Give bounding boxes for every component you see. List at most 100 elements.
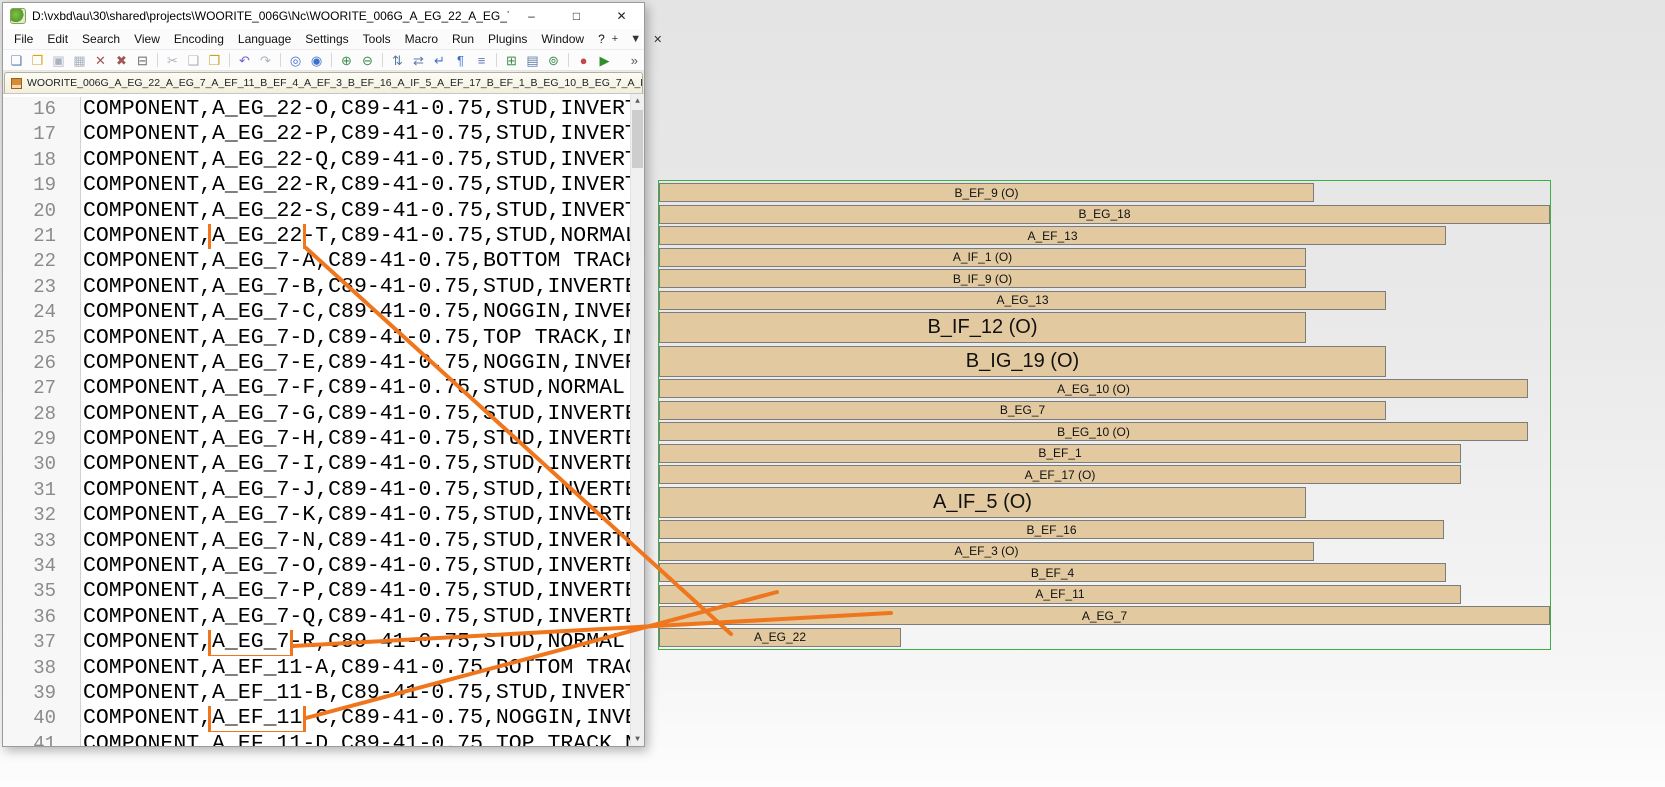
- menu-view[interactable]: View: [127, 31, 167, 47]
- menu-window[interactable]: Window: [534, 31, 591, 47]
- menu-plugins[interactable]: Plugins: [481, 31, 534, 47]
- code-line-36[interactable]: 36COMPONENT,A_EG_7-Q,C89-41-0.75,STUD,IN…: [3, 605, 630, 630]
- menu-plus-icon[interactable]: +: [612, 33, 618, 46]
- play-macro-icon[interactable]: ▶: [595, 51, 614, 70]
- document-map-icon[interactable]: ▤: [523, 51, 542, 70]
- replace-icon[interactable]: ◉: [307, 51, 326, 70]
- part-bar-label: A_EF_11: [1035, 587, 1084, 601]
- code-line-40[interactable]: 40COMPONENT,A_EF_11-C,C89-41-0.75,NOGGIN…: [3, 706, 630, 731]
- maximize-button[interactable]: □: [554, 3, 599, 29]
- zoom-in-icon[interactable]: ⊕: [337, 51, 356, 70]
- code-line-16[interactable]: 16COMPONENT,A_EG_22-O,C89-41-0.75,STUD,I…: [3, 97, 630, 122]
- menu-close-icon[interactable]: ✕: [653, 33, 662, 46]
- code-line-26[interactable]: 26COMPONENT,A_EG_7-E,C89-41-0.75,NOGGIN,…: [3, 351, 630, 376]
- function-list-icon[interactable]: ⊞: [502, 51, 521, 70]
- sync-vertical-icon[interactable]: ⇅: [388, 51, 407, 70]
- code-line-35[interactable]: 35COMPONENT,A_EG_7-P,C89-41-0.75,STUD,IN…: [3, 579, 630, 604]
- menu-encoding[interactable]: Encoding: [167, 31, 231, 47]
- scroll-up-icon[interactable]: ▲: [631, 94, 644, 108]
- record-macro-icon[interactable]: ●: [574, 51, 593, 70]
- find-icon[interactable]: ◎: [286, 51, 305, 70]
- line-number: 19: [3, 173, 81, 198]
- menu-run[interactable]: Run: [445, 31, 481, 47]
- save-icon[interactable]: ▣: [49, 51, 68, 70]
- line-text-pre: COMPONENT,: [83, 706, 212, 730]
- close-button[interactable]: ✕: [599, 3, 644, 29]
- toolbar: ❏❐▣▦✕✖⊟ ✂❑❒ ↶↷ ◎◉ ⊕⊖ ⇅⇄↵¶≡ ⊞▤⊚ ●▶ »: [3, 49, 644, 71]
- menu-language[interactable]: Language: [231, 31, 298, 47]
- menu-file[interactable]: File: [7, 31, 40, 47]
- code-line-30[interactable]: 30COMPONENT,A_EG_7-I,C89-41-0.75,STUD,IN…: [3, 452, 630, 477]
- part-bar-a-ef-13: A_EF_13: [659, 226, 1446, 245]
- monitoring-icon[interactable]: ⊚: [544, 51, 563, 70]
- code-line-38[interactable]: 38COMPONENT,A_EF_11-A,C89-41-0.75,BOTTOM…: [3, 656, 630, 681]
- code-line-25[interactable]: 25COMPONENT,A_EG_7-D,C89-41-0.75,TOP TRA…: [3, 326, 630, 351]
- new-file-icon[interactable]: ❏: [7, 51, 26, 70]
- window-controls: – □ ✕: [509, 3, 644, 29]
- code-line-24[interactable]: 24COMPONENT,A_EG_7-C,C89-41-0.75,NOGGIN,…: [3, 300, 630, 325]
- menu-help[interactable]: ?: [591, 31, 612, 47]
- file-save-state-icon: [11, 78, 22, 89]
- menu-settings[interactable]: Settings: [298, 31, 355, 47]
- menu-search[interactable]: Search: [75, 31, 127, 47]
- redo-icon[interactable]: ↷: [256, 51, 275, 70]
- line-text: COMPONENT,A_EG_7-K,C89-41-0.75,STUD,INVE…: [81, 503, 630, 528]
- code-line-34[interactable]: 34COMPONENT,A_EG_7-O,C89-41-0.75,STUD,IN…: [3, 554, 630, 579]
- code-line-19[interactable]: 19COMPONENT,A_EG_22-R,C89-41-0.75,STUD,I…: [3, 173, 630, 198]
- line-text: COMPONENT,A_EG_7-E,C89-41-0.75,NOGGIN,IN…: [81, 351, 630, 376]
- code-area[interactable]: 16COMPONENT,A_EG_22-O,C89-41-0.75,STUD,I…: [3, 94, 630, 746]
- indent-guide-icon[interactable]: ≡: [472, 51, 491, 70]
- sync-horizontal-icon[interactable]: ⇄: [409, 51, 428, 70]
- menu-items: FileEditSearchViewEncodingLanguageSettin…: [7, 31, 612, 47]
- code-line-39[interactable]: 39COMPONENT,A_EF_11-B,C89-41-0.75,STUD,I…: [3, 681, 630, 706]
- line-text: COMPONENT,A_EG_22-T,C89-41-0.75,STUD,NOR…: [81, 224, 630, 249]
- tab-woorite-file[interactable]: WOORITE_006G_A_EG_22_A_EG_7_A_EF_11_B_EF…: [4, 72, 643, 93]
- zoom-out-icon[interactable]: ⊖: [358, 51, 377, 70]
- line-number: 20: [3, 199, 81, 224]
- print-icon[interactable]: ⊟: [133, 51, 152, 70]
- code-line-22[interactable]: 22COMPONENT,A_EG_7-A,C89-41-0.75,BOTTOM …: [3, 249, 630, 274]
- line-text: COMPONENT,A_EG_7-B,C89-41-0.75,STUD,INVE…: [81, 275, 630, 300]
- part-bar-b-eg-10-o: B_EG_10 (O): [659, 422, 1528, 441]
- code-line-23[interactable]: 23COMPONENT,A_EG_7-B,C89-41-0.75,STUD,IN…: [3, 275, 630, 300]
- code-line-27[interactable]: 27COMPONENT,A_EG_7-F,C89-41-0.75,STUD,NO…: [3, 376, 630, 401]
- undo-icon[interactable]: ↶: [235, 51, 254, 70]
- toolbar-overflow-chevron-icon[interactable]: »: [631, 53, 644, 68]
- menu-dropdown-icon[interactable]: ▼: [630, 33, 641, 46]
- code-line-41[interactable]: 41COMPONENT,A_EF_11-D,C89-41-0.75,TOP TR…: [3, 732, 630, 746]
- menu-tools[interactable]: Tools: [356, 31, 398, 47]
- menu-edit[interactable]: Edit: [40, 31, 75, 47]
- scrollbar-thumb[interactable]: [632, 110, 643, 168]
- code-line-29[interactable]: 29COMPONENT,A_EG_7-H,C89-41-0.75,STUD,IN…: [3, 427, 630, 452]
- menu-macro[interactable]: Macro: [398, 31, 445, 47]
- minimize-button[interactable]: –: [509, 3, 554, 29]
- code-line-17[interactable]: 17COMPONENT,A_EG_22-P,C89-41-0.75,STUD,I…: [3, 122, 630, 147]
- notepadpp-window: D:\vxbd\au\30\shared\projects\WOORITE_00…: [2, 2, 645, 747]
- code-line-18[interactable]: 18COMPONENT,A_EG_22-Q,C89-41-0.75,STUD,I…: [3, 148, 630, 173]
- save-all-icon[interactable]: ▦: [70, 51, 89, 70]
- close-icon[interactable]: ✕: [91, 51, 110, 70]
- part-bar-a-ef-3-o: A_EF_3 (O): [659, 542, 1314, 561]
- open-folder-icon[interactable]: ❐: [28, 51, 47, 70]
- part-bar-b-eg-7: B_EG_7: [659, 401, 1386, 420]
- scroll-down-icon[interactable]: ▼: [631, 732, 644, 746]
- line-number: 31: [3, 478, 81, 503]
- code-line-37[interactable]: 37COMPONENT,A_EG_7-R,C89-41-0.75,STUD,NO…: [3, 630, 630, 655]
- line-number: 26: [3, 351, 81, 376]
- show-all-characters-icon[interactable]: ¶: [451, 51, 470, 70]
- code-line-20[interactable]: 20COMPONENT,A_EG_22-S,C89-41-0.75,STUD,I…: [3, 199, 630, 224]
- paste-icon[interactable]: ❒: [205, 51, 224, 70]
- code-line-32[interactable]: 32COMPONENT,A_EG_7-K,C89-41-0.75,STUD,IN…: [3, 503, 630, 528]
- copy-icon[interactable]: ❑: [184, 51, 203, 70]
- cut-icon[interactable]: ✂: [163, 51, 182, 70]
- close-all-icon[interactable]: ✖: [112, 51, 131, 70]
- vertical-scrollbar[interactable]: ▲ ▼: [630, 94, 644, 746]
- text-editor[interactable]: 16COMPONENT,A_EG_22-O,C89-41-0.75,STUD,I…: [3, 94, 644, 746]
- desktop: { "window": { "title": "D:\\vxbd\\au\\30…: [0, 0, 1665, 787]
- word-wrap-icon[interactable]: ↵: [430, 51, 449, 70]
- code-line-31[interactable]: 31COMPONENT,A_EG_7-J,C89-41-0.75,STUD,IN…: [3, 478, 630, 503]
- line-number: 29: [3, 427, 81, 452]
- code-line-28[interactable]: 28COMPONENT,A_EG_7-G,C89-41-0.75,STUD,IN…: [3, 402, 630, 427]
- code-line-21[interactable]: 21COMPONENT,A_EG_22-T,C89-41-0.75,STUD,N…: [3, 224, 630, 249]
- code-line-33[interactable]: 33COMPONENT,A_EG_7-N,C89-41-0.75,STUD,IN…: [3, 529, 630, 554]
